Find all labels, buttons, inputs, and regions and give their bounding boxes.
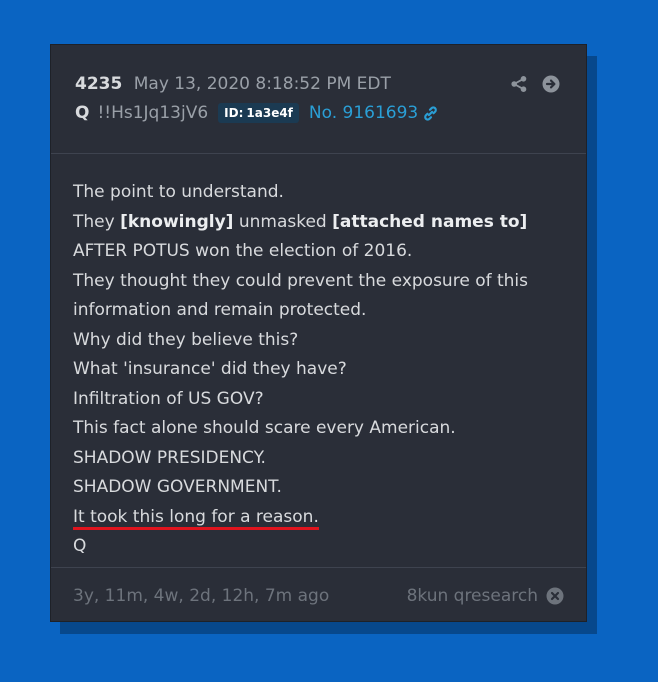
post-meta-row: 4235 May 13, 2020 8:18:52 PM EDT [75,73,391,95]
time-ago: 3y, 11m, 4w, 2d, 12h, 7m ago [73,586,330,606]
body-bold-segment: [knowingly] [120,211,234,232]
body-line: What 'insurance' did they have? [73,359,347,379]
body-line: SHADOW GOVERNMENT. [73,477,282,497]
body-line: AFTER POTUS won the election of 2016. [73,241,413,261]
body-bold-segment: [attached names to] [332,211,528,232]
post-card: 4235 May 13, 2020 8:18:52 PM EDT Q !!Hs1… [50,44,587,622]
body-line: They [knowingly] unmasked [attached name… [73,208,564,238]
header-actions [510,75,560,93]
tripcode: !!Hs1Jq13jV6 [97,103,209,123]
body-line: The point to understand. [73,182,284,202]
body-line-underlined: It took this long for a reason. [73,503,564,533]
post-author-row: Q !!Hs1Jq13jV6 ID: 1a3e4f No. 9161693 [75,102,439,124]
signature-line: Q [73,536,87,556]
post-number: 4235 [75,74,123,94]
id-badge-label: ID: [224,106,244,120]
board-label-group: 8kun qresearch [407,585,564,607]
link-icon [424,105,438,121]
body-text-segment: unmasked [233,211,333,232]
body-line: They thought they could prevent the expo… [73,270,528,291]
body-line: This fact alone should scare every Ameri… [73,418,456,438]
post-body: The point to understand. They [knowingly… [51,154,586,568]
post-timestamp: May 13, 2020 8:18:52 PM EDT [133,74,391,94]
share-icon[interactable] [510,75,528,93]
arrow-right-circle-icon[interactable] [542,75,560,93]
body-text-segment: They [73,211,121,232]
id-badge-value: 1a3e4f [246,106,293,120]
post-number-link[interactable]: No. 9161693 [309,102,439,124]
body-line: Why did they believe this? [73,329,299,350]
board-name: 8kun qresearch [406,586,538,606]
id-badge: ID: 1a3e4f [218,103,299,123]
post-author: Q [75,103,90,123]
post-ref-label: No. 9161693 [308,103,419,123]
body-line: SHADOW PRESIDENCY. [73,447,266,468]
body-line: Infiltration of US GOV? [73,388,264,409]
post-header: 4235 May 13, 2020 8:18:52 PM EDT Q !!Hs1… [51,45,586,154]
underlined-text: It took this long for a reason. [73,506,319,530]
close-circle-icon[interactable] [546,587,564,605]
body-line: information and remain protected. [73,300,367,320]
post-footer: 3y, 11m, 4w, 2d, 12h, 7m ago 8kun qresea… [51,568,586,622]
